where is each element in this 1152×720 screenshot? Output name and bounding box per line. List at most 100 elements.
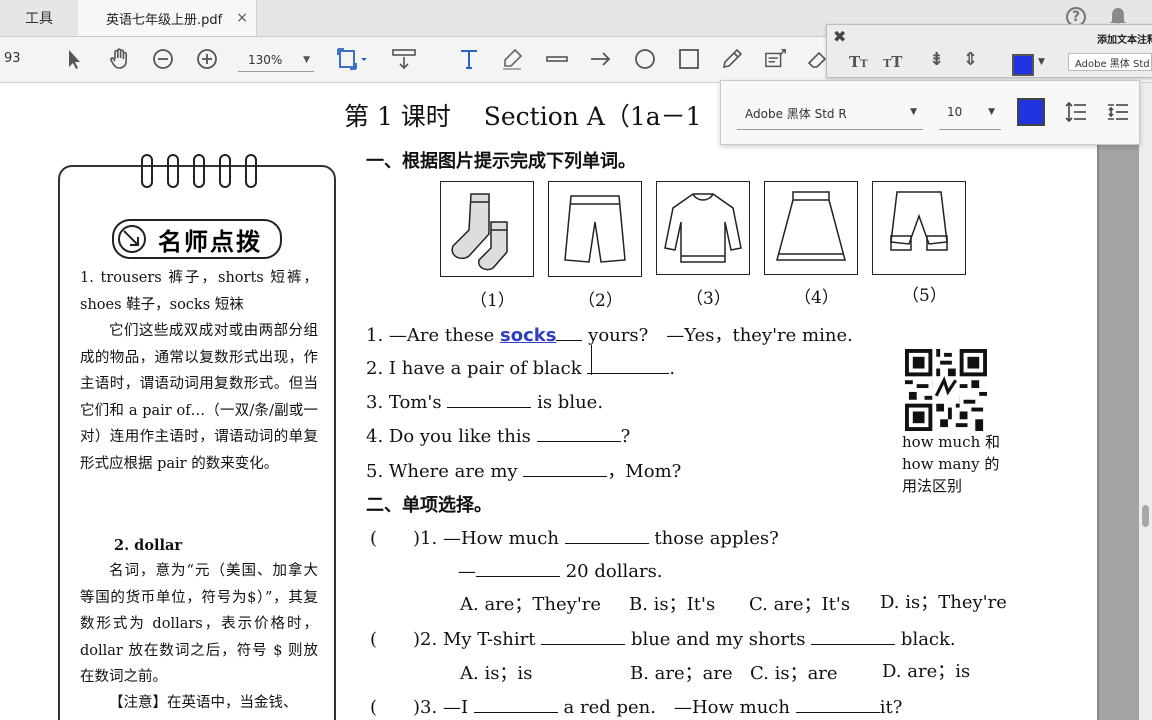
s1-q1-text-b: yours? —Yes，they're mine. xyxy=(588,325,853,346)
line-spacing-icon[interactable] xyxy=(1065,101,1087,123)
line-tool-icon[interactable] xyxy=(545,47,569,71)
text-tool-icon[interactable] xyxy=(457,47,481,71)
close-tab-icon[interactable]: × xyxy=(236,10,248,26)
s2-q3-text-b: a red pen. —How much xyxy=(563,697,790,718)
vertical-scrollbar[interactable] xyxy=(1139,83,1152,720)
tip-paragraph-1: 1. trousers 裤子，shorts 短裤，shoes 鞋子，socks … xyxy=(80,270,318,313)
hand-icon[interactable] xyxy=(107,47,131,71)
s1-question-1: 1. —Are these socks yours? —Yes，they're … xyxy=(366,321,853,347)
qr-caption: how much 和 how many 的用法区别 xyxy=(902,433,1001,495)
tip-paragraph-4: 名词，意为“元（美国、加拿大等国的货币单位，符号为$）”，其复数形式为 doll… xyxy=(80,563,318,685)
s2-q1-text-b: those apples? xyxy=(654,528,779,549)
s1-question-5: 5. Where are my ，Mom? xyxy=(366,457,681,483)
page-number[interactable]: 93 xyxy=(4,51,21,66)
stamp-icon[interactable] xyxy=(764,47,788,71)
s1-question-2: 2. I have a pair of black . xyxy=(366,345,675,379)
tip-paragraph-2: 它们这些成双成对或由两部分组成的物品，通常以复数形式出现，作主语时，谓语动词用复… xyxy=(80,323,318,472)
document-viewport[interactable]: 第 1 课时 Section A（1a－1 名师点拨 1. trousers 裤… xyxy=(0,83,1139,720)
s2-question-3: ( )3. —I a red pen. —How much it? xyxy=(370,693,902,719)
s2-q1-option-c: C. are；It's xyxy=(749,594,851,615)
pdf-page: 第 1 课时 Section A（1a－1 名师点拨 1. trousers 裤… xyxy=(0,83,1097,720)
font-size-value: 10 xyxy=(947,105,963,119)
s2-q1-blank-2[interactable] xyxy=(476,558,560,577)
decrease-text-size-icon[interactable]: TT xyxy=(849,53,868,71)
select-arrow-icon[interactable] xyxy=(62,47,86,71)
tip-header: 名师点拨 xyxy=(112,219,282,259)
s2-q1-dash: — xyxy=(458,561,476,582)
s2-q3-blank-1[interactable] xyxy=(473,694,558,713)
s1-question-3: 3. Tom's is blue. xyxy=(366,389,603,413)
highlighter-icon[interactable] xyxy=(500,47,524,71)
s2-q1-option-d: D. is；They're xyxy=(880,592,1007,613)
text-color-swatch[interactable] xyxy=(1017,98,1045,126)
s2-q2-option-b: B. are；are xyxy=(630,663,733,684)
chevron-down-icon: ▼ xyxy=(988,107,995,117)
s1-q3-blank[interactable] xyxy=(447,389,532,408)
s1-q1-text-a: 1. —Are these xyxy=(366,325,495,346)
tip-arrow-icon xyxy=(118,225,146,253)
s2-q1-option-a: A. are；They're xyxy=(460,594,602,615)
s1-q3-text-b: is blue. xyxy=(537,392,604,413)
s2-question-1: ( )1. —How much those apples? xyxy=(370,524,779,550)
s2-q3-text-c: it? xyxy=(879,697,903,718)
s2-q2-text-b: blue and my shorts xyxy=(630,629,806,650)
s1-q3-text-a: 3. Tom's xyxy=(366,392,442,413)
arrow-tool-icon[interactable] xyxy=(589,47,613,71)
pencil-icon[interactable] xyxy=(720,47,744,71)
font-family-value: Adobe 黑体 Std R xyxy=(745,107,847,121)
s1-q4-text-a: 4. Do you like this xyxy=(366,426,531,447)
scrollbar-thumb[interactable] xyxy=(1142,505,1149,527)
increase-text-size-icon[interactable]: TT xyxy=(883,53,902,71)
s2-q3-blank-2[interactable] xyxy=(795,694,880,713)
image-label-5: （5） xyxy=(902,286,947,306)
panel-font-select[interactable]: Adobe 黑体 Std R xyxy=(1068,53,1152,71)
s2-q3-text-a: ( )3. —I xyxy=(370,697,469,718)
s1-q2-blank[interactable] xyxy=(587,345,670,375)
rectangle-tool-icon[interactable] xyxy=(677,47,701,71)
paragraph-spacing-icon[interactable] xyxy=(1107,101,1129,123)
line-spacing-increase-icon[interactable]: ⇕ xyxy=(963,49,978,70)
tab-document-label: 英语七年级上册.pdf xyxy=(106,12,223,28)
qr-code-icon xyxy=(905,349,987,431)
zoom-select[interactable]: 130% ▼ xyxy=(238,49,314,72)
s1-q2-text: 2. I have a pair of black xyxy=(366,358,582,379)
s2-q1-blank-1[interactable] xyxy=(564,525,649,544)
line-spacing-decrease-icon[interactable]: ⇟ xyxy=(929,49,944,70)
image-label-2: （2） xyxy=(578,291,623,311)
s2-q2-blank-1[interactable] xyxy=(541,626,626,645)
close-panel-icon[interactable]: ✖ xyxy=(833,27,846,46)
s2-q2-text-a: ( )2. My T-shirt xyxy=(370,629,536,650)
chevron-down-icon: ▼ xyxy=(910,107,917,117)
zoom-value: 130% xyxy=(248,53,283,67)
s2-q2-option-d: D. are；is xyxy=(882,661,971,682)
circle-tool-icon[interactable] xyxy=(633,47,657,71)
zoom-in-icon[interactable] xyxy=(195,47,219,71)
font-size-select[interactable]: 10 ▼ xyxy=(939,101,1001,130)
s1-q5-text-b: ，Mom? xyxy=(607,461,682,482)
s1-q4-blank[interactable] xyxy=(536,423,621,442)
s2-q1-text-a: ( )1. —How much xyxy=(370,528,559,549)
zoom-out-icon[interactable] xyxy=(151,47,175,71)
socks-image xyxy=(440,181,534,277)
section2-title: 二、单项选择。 xyxy=(366,495,492,516)
s2-q2-blank-2[interactable] xyxy=(811,626,896,645)
tip-paragraph-5: 【注意】在英语中，当金钱、 xyxy=(109,695,298,711)
s2-q2-option-a: A. is；is xyxy=(460,663,533,684)
tab-document[interactable]: 英语七年级上册.pdf × xyxy=(78,0,257,36)
tip-header-label: 名师点拨 xyxy=(158,226,262,256)
binder-rings-icon xyxy=(141,154,257,188)
lesson-title: 第 1 课时 Section A（1a－1 xyxy=(344,102,702,131)
download-tray-icon[interactable] xyxy=(392,47,416,71)
s1-q5-blank[interactable] xyxy=(523,458,608,477)
tab-tools[interactable]: 工具 xyxy=(0,0,79,36)
shorts-image xyxy=(548,181,642,277)
font-family-select[interactable]: Adobe 黑体 Std R ▼ xyxy=(737,101,923,130)
s1-q5-text-a: 5. Where are my xyxy=(366,461,518,482)
image-label-4: （4） xyxy=(794,288,839,308)
s1-q1-answer[interactable]: socks xyxy=(500,325,556,346)
s2-question-2: ( )2. My T-shirt blue and my shorts blac… xyxy=(370,625,956,651)
chevron-down-icon[interactable]: ▼ xyxy=(1038,57,1045,67)
tip-paragraph-3: 2. dollar xyxy=(114,537,183,554)
fit-page-icon[interactable] xyxy=(336,47,370,71)
panel-color-swatch[interactable] xyxy=(1012,54,1034,76)
